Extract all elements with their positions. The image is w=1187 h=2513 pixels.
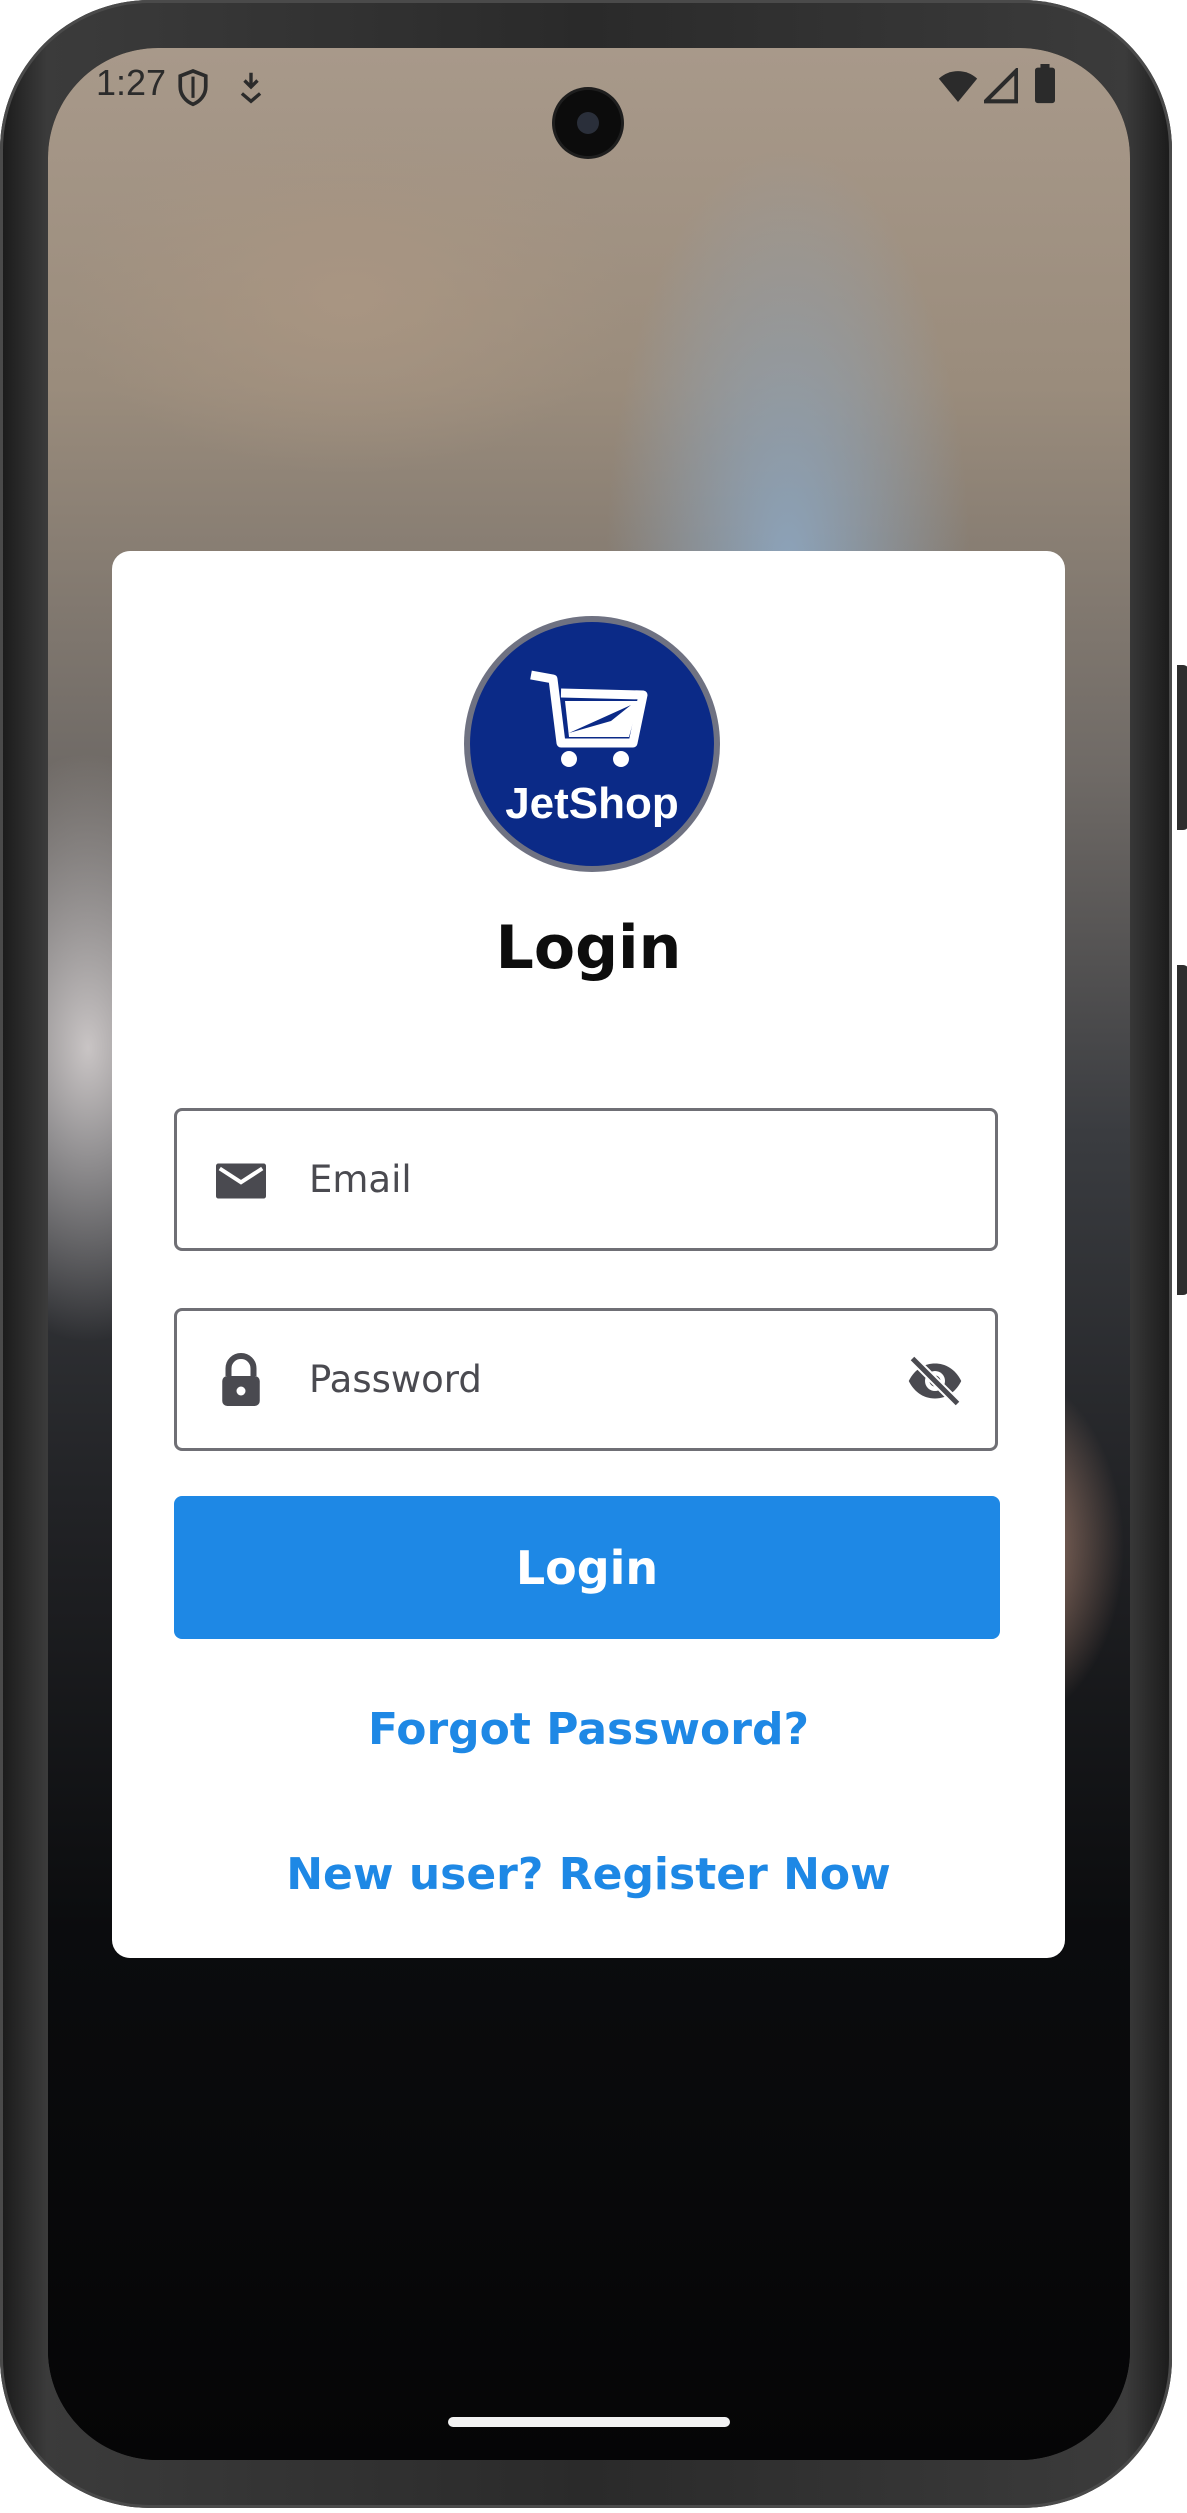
shield-icon xyxy=(176,68,210,112)
front-camera xyxy=(555,90,621,156)
email-input[interactable] xyxy=(309,1111,889,1248)
battery-icon xyxy=(1034,64,1056,108)
login-card: JetShop Login Email Login Forgot Passwor… xyxy=(112,551,1065,1958)
screen: 1:27 JetShop Login Email Login Forgot Pa… xyxy=(48,48,1130,2460)
logo-text: JetShop xyxy=(505,779,679,828)
page-title: Login xyxy=(495,913,682,983)
jetshop-logo: JetShop xyxy=(461,613,723,875)
home-indicator[interactable] xyxy=(448,2417,730,2427)
volume-button xyxy=(1177,965,1187,1295)
lock-icon xyxy=(211,1351,271,1411)
email-field[interactable] xyxy=(174,1108,998,1251)
status-time: 1:27 xyxy=(96,62,167,103)
login-button[interactable]: Login xyxy=(174,1496,1000,1639)
signal-icon xyxy=(980,65,1019,108)
password-input[interactable] xyxy=(309,1311,889,1448)
wifi-icon xyxy=(938,70,978,108)
password-field[interactable] xyxy=(174,1308,998,1451)
phone-device: 1:27 JetShop Login Email Login Forgot Pa… xyxy=(0,0,1187,2513)
power-button xyxy=(1177,665,1187,830)
register-link[interactable]: New user? Register Now xyxy=(112,1849,1065,1900)
mail-icon xyxy=(211,1151,271,1211)
download-icon xyxy=(238,70,264,108)
forgot-password-link[interactable]: Forgot Password? xyxy=(112,1704,1065,1755)
visibility-toggle-icon[interactable] xyxy=(905,1351,965,1411)
